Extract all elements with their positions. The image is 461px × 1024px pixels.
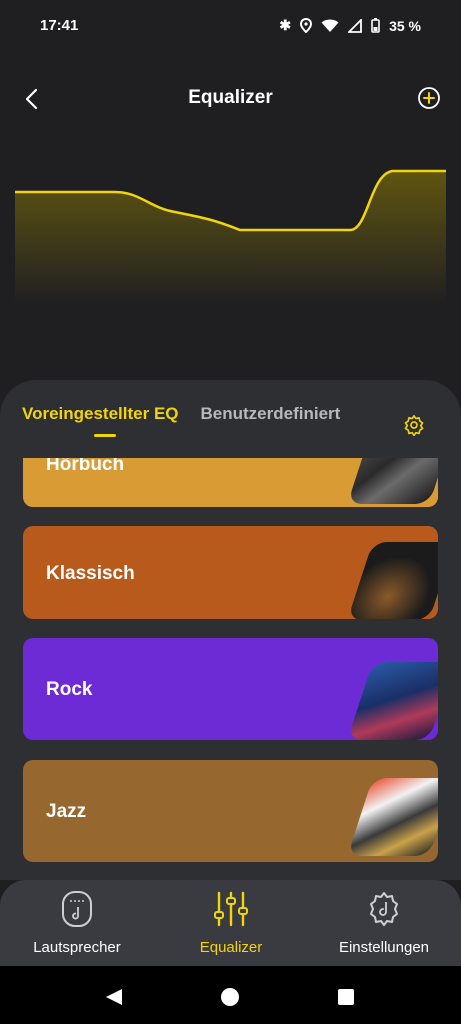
battery-icon [371,18,380,33]
tab-preset-eq[interactable]: Voreingestellter EQ [22,404,179,437]
preset-card-hoerbuch[interactable]: Hörbuch [23,458,438,507]
eq-curve [15,169,446,305]
preset-label: Klassisch [46,563,135,584]
system-recents-icon[interactable] [337,988,355,1006]
nav-speaker[interactable]: Lautsprecher [0,890,154,956]
system-back-icon[interactable] [104,987,124,1007]
preset-card-klassisch[interactable]: Klassisch [23,526,438,619]
nav-settings[interactable]: Einstellungen [307,890,461,956]
tab-custom-eq[interactable]: Benutzerdefiniert [201,404,341,424]
location-icon [300,18,313,33]
preset-label: Jazz [46,801,87,822]
bottom-navigation: Lautsprecher Equalizer Einstellungen [0,880,461,966]
bluetooth-icon: ✱ [279,17,292,33]
wifi-icon [321,19,339,32]
nav-settings-label: Einstellungen [338,939,430,956]
status-time: 17:41 [40,17,79,34]
audiobook-photo [347,458,438,504]
gear-icon[interactable] [403,414,425,436]
preset-card-rock[interactable]: Rock [23,638,438,740]
add-icon[interactable] [417,86,441,110]
status-icons: ✱ 35 % [279,17,421,34]
system-navigation-bar [0,966,461,1024]
preset-sheet: Voreingestellter EQ Benutzerdefiniert Hö… [0,380,461,880]
speaker-icon [62,891,92,927]
preset-label: Hörbuch [46,458,125,475]
orchestra-photo [347,542,438,619]
preset-card-jazz[interactable]: Jazz [23,760,438,862]
preset-label: Rock [46,679,93,700]
equalizer-icon [214,891,248,927]
rock-concert-photo [347,662,438,740]
signal-icon [348,18,362,33]
eq-tabs: Voreingestellter EQ Benutzerdefiniert [22,404,341,437]
app-header: Equalizer [0,70,461,130]
nav-speaker-label: Lautsprecher [33,939,121,956]
system-home-icon[interactable] [220,987,240,1007]
nav-equalizer[interactable]: Equalizer [154,890,308,956]
jazz-band-photo [347,778,438,856]
page-title: Equalizer [188,87,273,108]
preset-list: Hörbuch Klassisch Rock Jazz [0,458,461,880]
nav-equalizer-label: Equalizer [199,939,263,956]
music-settings-icon [370,892,398,926]
battery-level: 35 % [389,17,421,34]
status-bar: 17:41 ✱ 35 % [0,0,461,52]
